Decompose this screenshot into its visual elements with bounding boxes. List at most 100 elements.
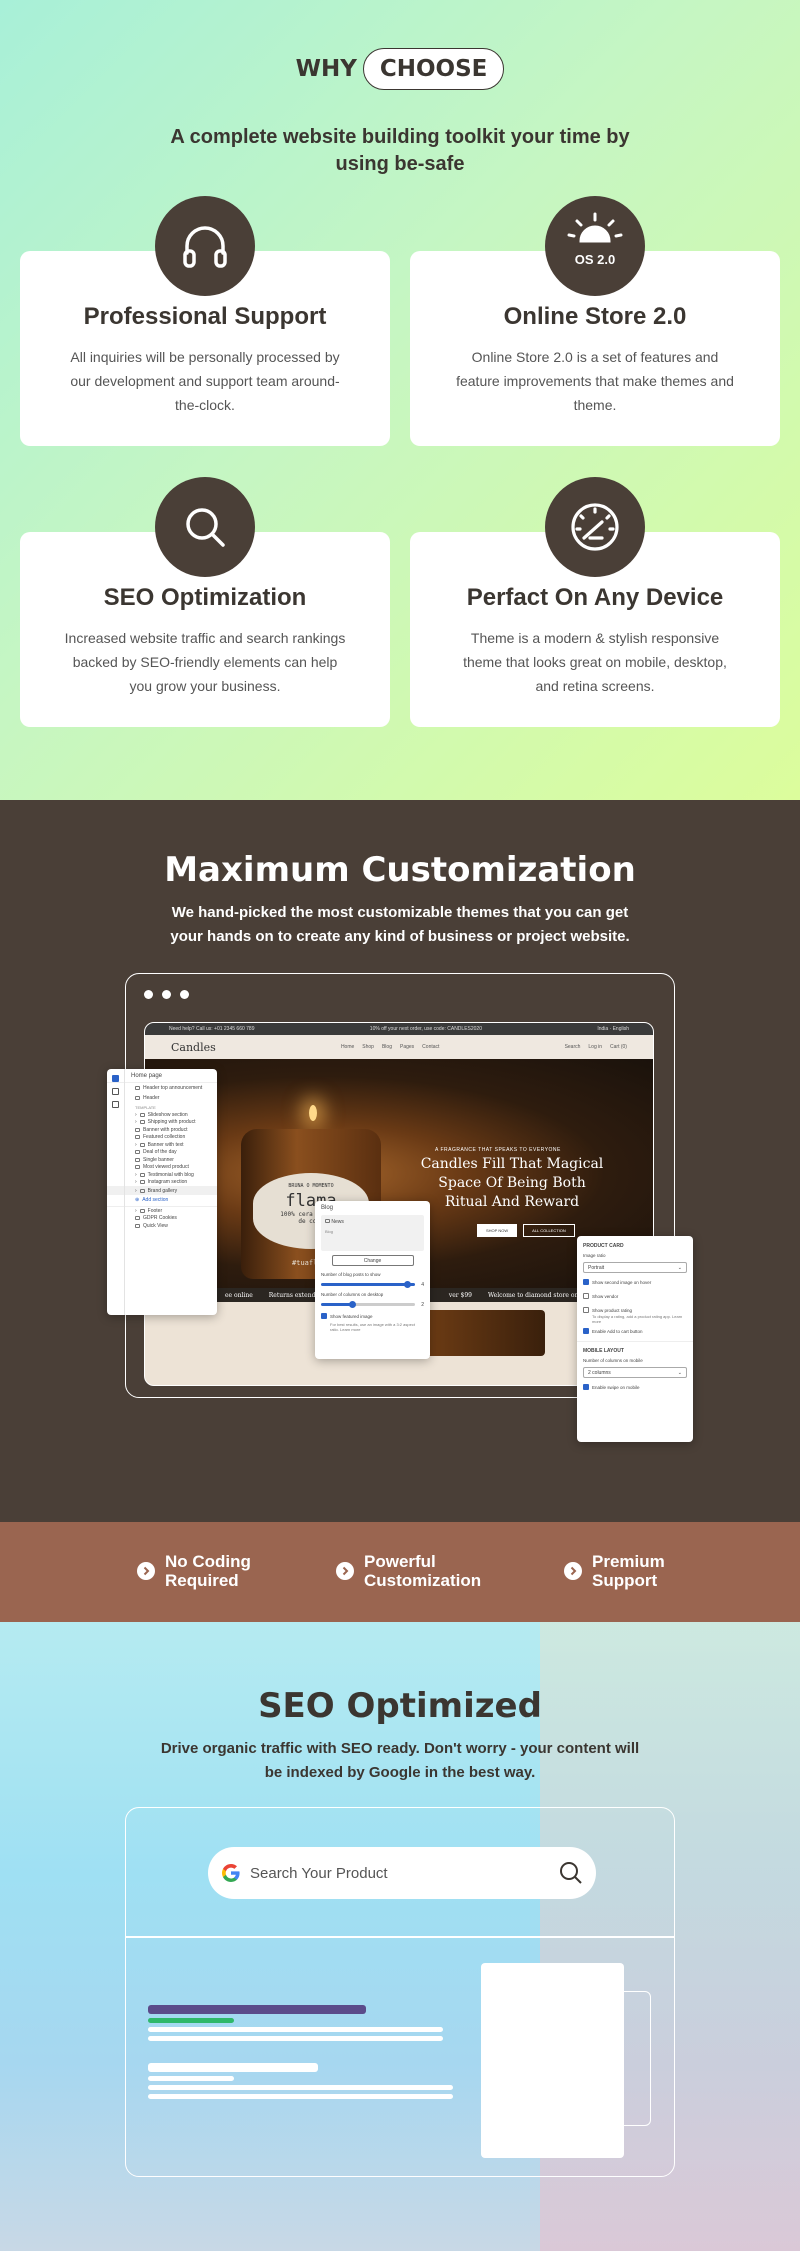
result-title-bar [148,2063,318,2072]
store-logo: Candles [171,1040,216,1054]
rating-option[interactable]: Show product rating [577,1303,693,1313]
why-choose-section: WHY CHOOSE A complete website building t… [0,0,800,800]
ratio-label: Image ratio [583,1253,606,1258]
blog-picker: News Blog [321,1215,424,1251]
why-word: WHY [295,56,357,82]
mobile-cols-select[interactable]: 2 columns ⌄ [583,1367,687,1378]
feature-line: Required [165,1571,239,1590]
swipe-option[interactable]: Enable swipe on mobile [577,1380,693,1394]
cols-value: 2 [421,1301,424,1308]
second-image-option[interactable]: Show second image on hover [577,1275,693,1289]
result-title-bar [148,2005,366,2014]
seo-section: SEO Optimized Drive organic traffic with… [0,1622,800,2251]
google-icon [222,1864,240,1882]
feature-line: Customization [364,1571,482,1590]
nav-cart[interactable]: Cart (0) [610,1044,627,1050]
chevron-right-icon [336,1562,354,1580]
choose-pill: CHOOSE [362,48,505,90]
card-panel-title: PRODUCT CARD [583,1243,624,1249]
change-blog-button[interactable]: Change [331,1255,414,1266]
cols-slider-row: 2 [315,1299,430,1310]
nav-contact[interactable]: Contact [422,1044,439,1050]
editor-rail [107,1069,125,1315]
headphones-icon [155,196,255,296]
chevron-right-icon [137,1562,155,1580]
feature-no-coding: No Coding Required [137,1552,251,1590]
posts-slider[interactable] [321,1281,416,1288]
result-text-bar [148,2036,443,2041]
theme-editor-sidebar: Home page Header top announcement Header… [107,1069,217,1315]
result-text-bar [148,2094,453,2099]
featured-option[interactable]: Show featured image [315,1310,430,1322]
nav-search[interactable]: Search [565,1044,581,1050]
nav-login[interactable]: Log in [588,1044,602,1050]
hero-buttons: SHOP NOW ALL COLLECTION [477,1224,575,1237]
store-nav-right: Search Log in Cart (0) [565,1044,627,1050]
section-subtitle: Drive organic traffic with SEO ready. Do… [160,1740,640,1781]
nav-pages[interactable]: Pages [400,1044,414,1050]
feature-line: Support [592,1571,658,1590]
chevron-right-icon [564,1562,582,1580]
shop-now-button[interactable]: SHOP NOW [477,1224,518,1237]
search-illustration: Search Your Product [125,1807,675,2177]
hero-title: Candles Fill That Magical Space Of Being… [420,1156,604,1210]
customization-section: Maximum Customization We hand-picked the… [0,800,800,1522]
mobile-layout-heading: MOBILE LAYOUT [577,1341,693,1356]
result-url-bar [148,2076,234,2081]
candle-flame [309,1105,317,1121]
card-text: Online Store 2.0 is a set of features an… [456,349,734,413]
intro-text: A complete website building toolkit your… [170,126,630,175]
window-dots [144,990,189,999]
topbar-center: 10% off your next order, use code: CANDL… [369,1026,482,1032]
vendor-option[interactable]: Show vendor [577,1289,693,1303]
feature-line: Powerful [364,1552,436,1571]
card-title: Online Store 2.0 [503,303,687,330]
product-card-panel: PRODUCT CARD Image ratio Portrait ⌄ Show … [577,1236,693,1442]
blog-item: News [331,1219,344,1225]
result-url-bar [148,2018,234,2023]
ticker-item: ver $99 [448,1291,472,1299]
ticker-item: Welcome to diamond store online [487,1291,590,1299]
feature-premium-support: Premium Support [564,1552,665,1590]
section-subtitle: We hand-picked the most customizable the… [170,904,630,945]
hero-eyebrow: A FRAGRANCE THAT SPEAKS TO EVERYONE [435,1147,561,1153]
store-nav: Home Shop Blog Pages Contact [341,1044,439,1050]
os-badge: OS 2.0 [574,252,616,267]
section-title: SEO Optimized [258,1686,542,1726]
posts-label: Number of blog posts to show [321,1272,381,1277]
card-text: Increased website traffic and search ran… [64,630,346,694]
theme-settings-icon[interactable] [112,1088,119,1095]
feature-powerful-customization: Powerful Customization [336,1552,481,1590]
topbar-right: India · English [597,1026,629,1032]
ratio-select[interactable]: Portrait ⌄ [583,1262,687,1273]
nav-home[interactable]: Home [341,1044,354,1050]
why-choose-heading: WHY CHOOSE [0,48,800,90]
result-text-bar [148,2027,443,2032]
result-text-bar [148,2085,453,2090]
card-title: Perfact On Any Device [466,584,724,611]
cols-slider[interactable] [321,1301,416,1308]
card-text: Theme is a modern & stylish responsive t… [463,630,727,694]
speedometer-icon [545,477,645,577]
blog-sub: Blog [325,1229,334,1234]
mobile-cols-label: Number of columns on mobile [583,1358,643,1363]
sections-icon[interactable] [112,1075,119,1082]
nav-shop[interactable]: Shop [362,1044,374,1050]
rating-note: To display a rating, add a product ratin… [592,1314,683,1324]
all-collection-button[interactable]: ALL COLLECTION [523,1224,575,1237]
sun-icon: OS 2.0 [545,196,645,296]
search-icon[interactable] [558,1860,584,1886]
add-to-cart-option[interactable]: Enable Add to cart button [577,1324,693,1338]
search-icon [155,477,255,577]
apps-icon[interactable] [112,1101,119,1108]
feature-strip: No Coding Required Powerful Customization … [0,1522,800,1622]
cols-label: Number of columns on desktop [321,1292,384,1297]
search-placeholder: Search Your Product [250,1864,388,1882]
ticker-item: ee online [225,1291,253,1299]
store-topbar: Need help? Call us: +01 2345 660 789 10%… [145,1023,653,1035]
card-text: All inquiries will be personally process… [70,349,340,413]
featured-note: For best results, use an image with a 3:… [330,1322,415,1332]
card-title: Professional Support [83,303,327,330]
search-bar[interactable]: Search Your Product [208,1847,596,1899]
nav-blog[interactable]: Blog [382,1044,392,1050]
